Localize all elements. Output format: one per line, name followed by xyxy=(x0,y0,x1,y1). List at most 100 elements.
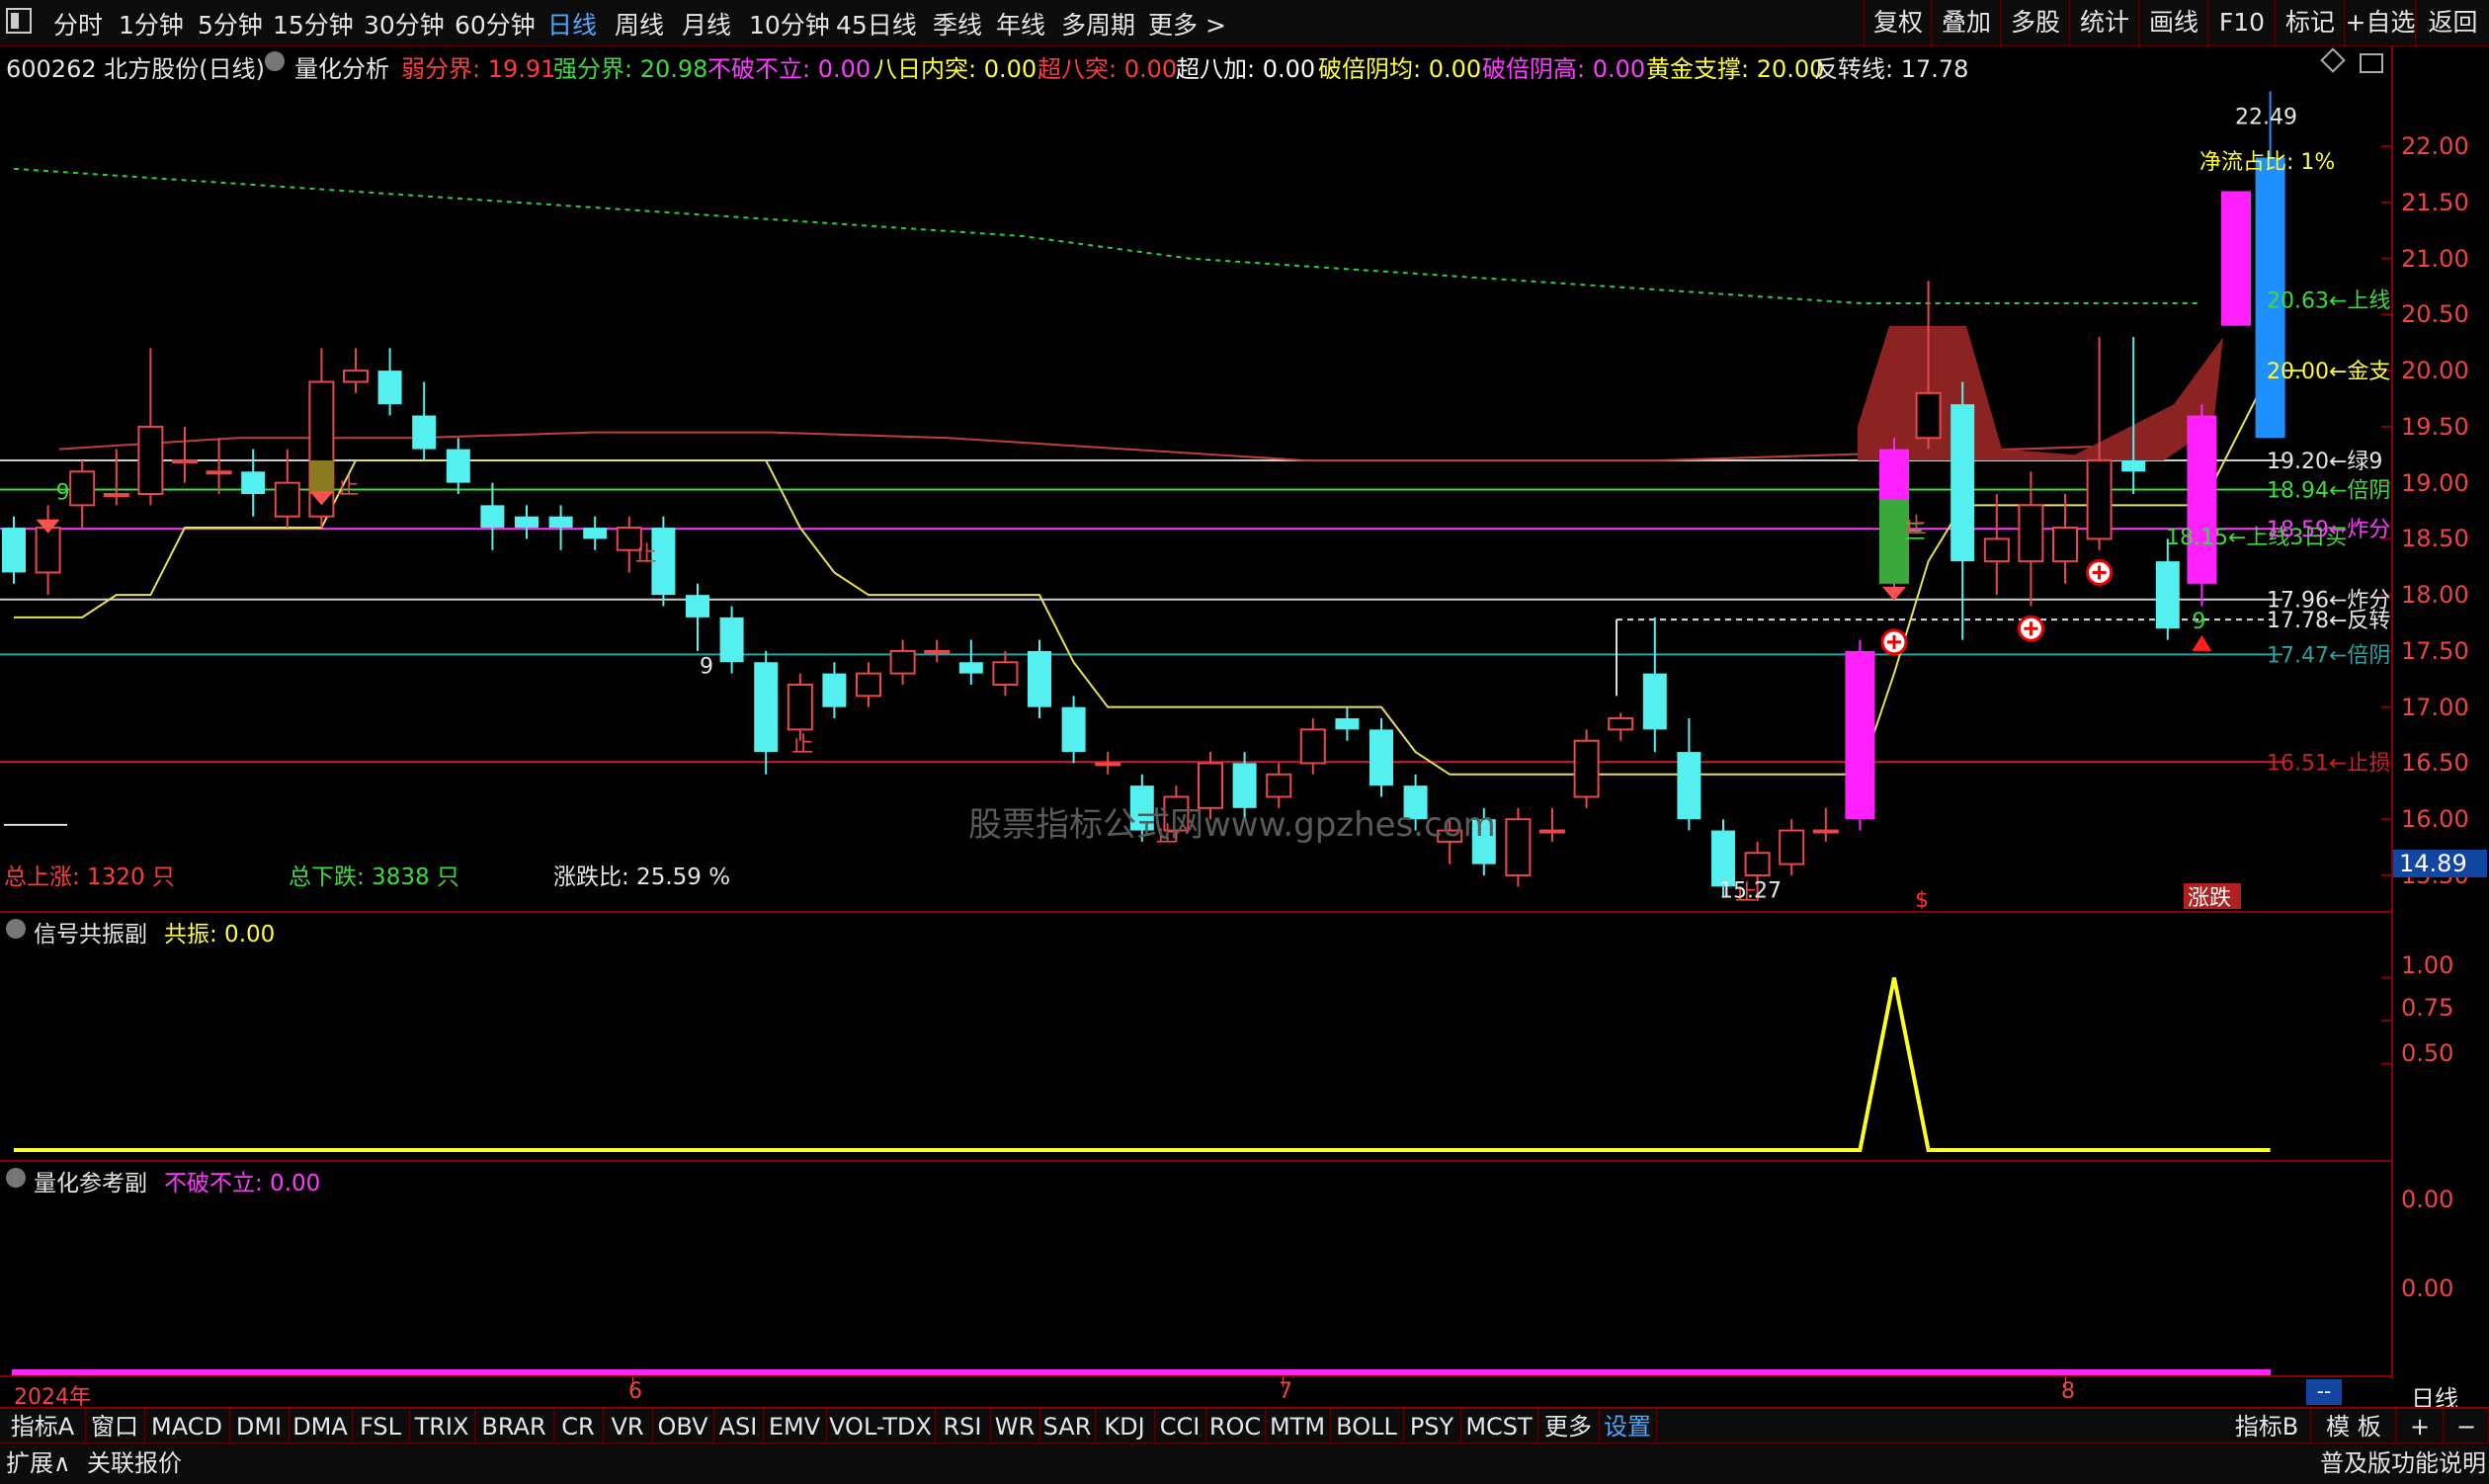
indicator-tab[interactable]: 指标A xyxy=(0,1409,86,1444)
candle-body xyxy=(958,662,983,674)
level-label: 17.78←反转 xyxy=(2267,609,2390,633)
indicator-tab[interactable]: KDJ xyxy=(1095,1409,1155,1444)
indicator-tab[interactable]: 设置 xyxy=(1599,1409,1657,1444)
indicator-tab[interactable]: DMI xyxy=(229,1409,290,1444)
price-tick: 18.00 xyxy=(2401,581,2469,610)
indicator-tab[interactable]: FSL xyxy=(352,1409,410,1444)
window-icon[interactable] xyxy=(2360,53,2383,73)
resonance-line xyxy=(14,977,2271,1152)
price-axis: 22.00 21.50 21.00 20.50 20.00 19.50 19.00 18.50… xyxy=(2391,45,2489,1379)
indicator-tab[interactable]: BRAR xyxy=(474,1409,554,1444)
candle-body xyxy=(2086,458,2113,540)
indicator-tab-right[interactable]: 指标B xyxy=(2223,1409,2311,1444)
tab-timeframe[interactable]: 45日线 xyxy=(836,6,917,41)
indicator-tab[interactable]: SAR xyxy=(1039,1409,1096,1444)
indicator-tab[interactable]: ROC xyxy=(1205,1409,1266,1444)
tab-timeframe[interactable]: 1分钟 xyxy=(119,6,184,41)
ma-green-line xyxy=(13,167,2198,305)
indicator-tab[interactable]: MTM xyxy=(1265,1409,1331,1444)
top-toolbar: 分时 1分钟 5分钟 15分钟 30分钟 60分钟 日线 周线 月线 10分钟 45日线 季线 年线 多周… xyxy=(0,0,2489,46)
indicator-tab[interactable]: EMV xyxy=(763,1409,827,1444)
candle-body xyxy=(2,528,26,573)
candle-body xyxy=(2221,191,2251,326)
tab-timeframe[interactable]: 月线 xyxy=(682,6,731,41)
candle-body xyxy=(1845,650,1875,820)
tab-timeframe[interactable]: 5分钟 xyxy=(198,6,263,41)
tab-timeframe[interactable]: 30分钟 xyxy=(364,6,445,41)
indicator-tabs: 指标A 窗口 MACD DMI DMA FSL TRIX BRAR CR VR OBV ASI EMV V… xyxy=(0,1407,2489,1444)
indicator-tab[interactable]: OBV xyxy=(652,1409,714,1444)
toolbar-button[interactable]: 返回 xyxy=(2415,0,2489,45)
indicator-tab[interactable]: RSI xyxy=(935,1409,991,1444)
chart-annotation: 止 xyxy=(791,733,813,758)
tab-timeframe[interactable]: 10分钟 xyxy=(749,6,830,41)
candle-body xyxy=(1232,763,1257,808)
toolbar-button[interactable]: 画线 xyxy=(2138,0,2208,45)
indicator-tab[interactable]: CCI xyxy=(1154,1409,1206,1444)
candle-body xyxy=(1915,391,1942,440)
toolbar-button[interactable]: 复权 xyxy=(1864,0,1932,45)
candle-body xyxy=(924,649,951,654)
indicator-tab[interactable]: VOL-TDX xyxy=(826,1409,936,1444)
toolbar-button[interactable]: 标记 xyxy=(2275,0,2345,45)
signal-block xyxy=(309,459,334,494)
toolbar-button[interactable]: +自选 xyxy=(2344,0,2416,45)
candle-body xyxy=(1335,718,1360,730)
tab-timeframe[interactable]: 分时 xyxy=(53,6,103,41)
indicator-tab[interactable]: TRIX xyxy=(409,1409,475,1444)
price-tick: 22.00 xyxy=(2401,132,2469,161)
indicator-tab[interactable]: DMA xyxy=(289,1409,353,1444)
toolbar-button[interactable]: 叠加 xyxy=(1931,0,2001,45)
help-link[interactable]: 普及版功能说明 xyxy=(2320,1443,2486,1484)
panel1-name[interactable]: 信号共振副 xyxy=(34,915,147,948)
chart-annotation: 净流占比: 1% xyxy=(2199,150,2335,175)
panel2-name[interactable]: 量化参考副 xyxy=(34,1164,147,1197)
indicator-tab-right[interactable]: 模 板 xyxy=(2312,1409,2396,1444)
diamond-icon[interactable] xyxy=(2320,47,2346,73)
expand-button[interactable]: 扩展∧ xyxy=(6,1443,71,1484)
up-triangle-icon xyxy=(2192,634,2212,651)
indicator-tab[interactable]: MCST xyxy=(1460,1409,1538,1444)
tab-timeframe[interactable]: 15分钟 xyxy=(273,6,354,41)
tab-timeframe[interactable]: 60分钟 xyxy=(455,6,536,41)
tab-timeframe[interactable]: 季线 xyxy=(933,6,982,41)
collapse-icon[interactable] xyxy=(6,919,26,939)
indicator-tab[interactable]: WR xyxy=(990,1409,1040,1444)
candle-body xyxy=(1677,752,1701,820)
indicator-tab[interactable]: MACD xyxy=(144,1409,230,1444)
indicator-tab[interactable]: VR xyxy=(603,1409,653,1444)
candle-body xyxy=(274,481,300,518)
indicator-tab[interactable]: CR xyxy=(553,1409,604,1444)
chart-annotation: 止 xyxy=(337,475,359,500)
collapse-icon[interactable] xyxy=(265,51,285,71)
panel1-value: 共振: 0.00 xyxy=(164,922,276,948)
menu-icon[interactable] xyxy=(6,8,32,34)
indicator-tab[interactable]: 更多 xyxy=(1537,1409,1600,1444)
date-label: 7 xyxy=(1279,1379,1292,1404)
indicator-tab[interactable]: PSY xyxy=(1403,1409,1461,1444)
candle-body xyxy=(1198,762,1223,809)
toolbar-button[interactable]: 多股 xyxy=(2000,0,2070,45)
tab-timeframe[interactable]: 日线 xyxy=(547,6,597,41)
toolbar-button[interactable]: F10 xyxy=(2207,0,2276,45)
indicator-tab[interactable]: 窗口 xyxy=(85,1409,145,1444)
candle-body xyxy=(1369,729,1393,786)
tab-timeframe[interactable]: 多周期 xyxy=(1061,6,1135,41)
collapse-icon[interactable] xyxy=(6,1168,26,1188)
chart-annotation: 止 xyxy=(1905,515,1927,539)
tab-timeframe[interactable]: 周线 xyxy=(615,6,664,41)
price-tick: 17.50 xyxy=(2401,636,2469,665)
indicator-tab-right[interactable]: + xyxy=(2397,1409,2444,1444)
toolbar-button[interactable]: 统计 xyxy=(2069,0,2139,45)
date-nav[interactable]: -- xyxy=(2306,1379,2342,1405)
indicator-tab[interactable]: ASI xyxy=(713,1409,764,1444)
tab-timeframe[interactable]: 年线 xyxy=(996,6,1045,41)
related-quote-button[interactable]: 关联报价 xyxy=(87,1443,182,1484)
candle-body xyxy=(1505,818,1532,876)
tab-timeframe[interactable]: 更多 > xyxy=(1148,6,1226,41)
indicator-tab-right[interactable]: − xyxy=(2445,1409,2489,1444)
chart-annotation: 9 xyxy=(700,655,713,680)
price-tick: 19.50 xyxy=(2401,412,2469,441)
indicator-tab[interactable]: BOLL xyxy=(1330,1409,1404,1444)
indicator-info-bar: 600262 北方股份(日线) 量化分析 弱分界: 19.91 强分界: 20.9… xyxy=(0,45,2391,83)
